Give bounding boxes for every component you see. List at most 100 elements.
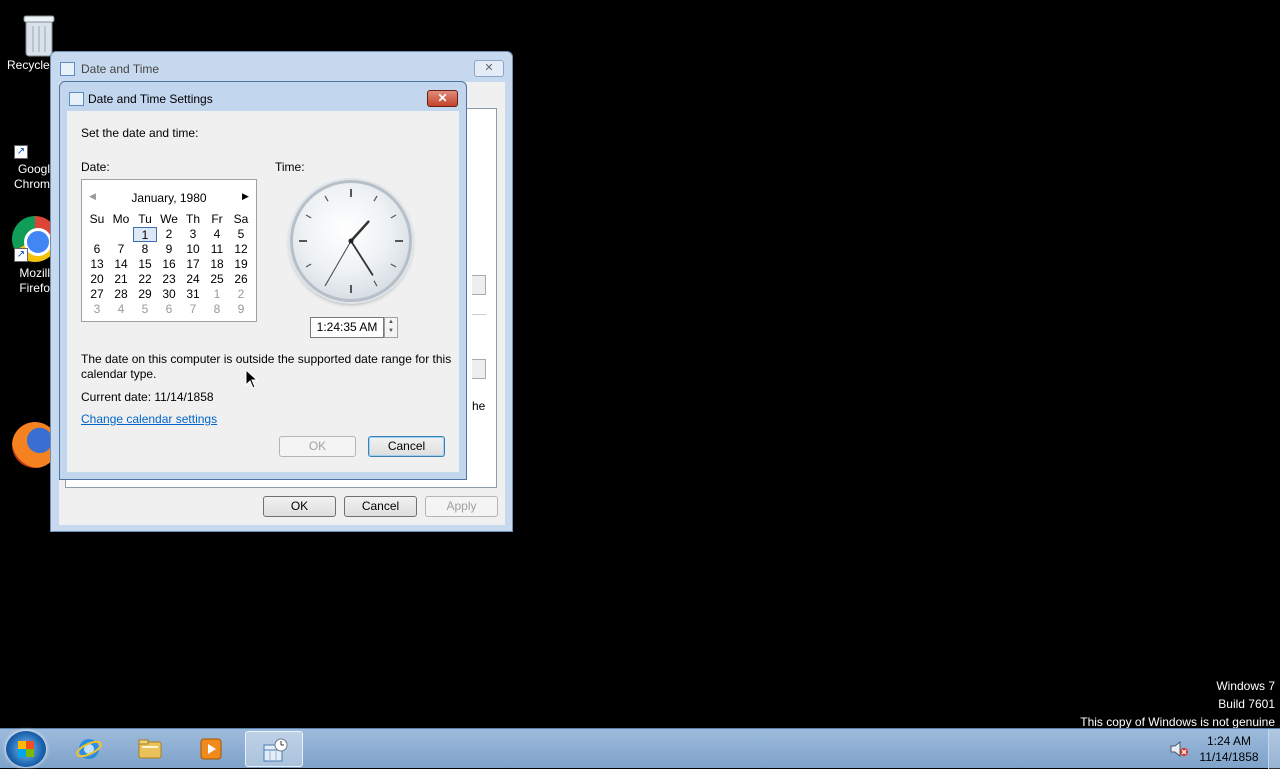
shortcut-arrow-icon: ↗: [14, 248, 28, 262]
taskbar-clock[interactable]: 1:24 AM 11/14/1858: [1196, 733, 1262, 765]
calendar-day[interactable]: 23: [157, 272, 181, 287]
time-input[interactable]: 1:24:35 AM: [310, 317, 384, 338]
calendar-day[interactable]: 6: [157, 302, 181, 317]
file-explorer-icon: [138, 739, 162, 759]
clock-tick: [390, 214, 397, 219]
close-button[interactable]: ✕: [427, 90, 458, 107]
calendar-day[interactable]: 27: [85, 287, 109, 302]
divider: [472, 314, 486, 315]
calendar-day[interactable]: 7: [109, 242, 133, 257]
close-button[interactable]: ✕: [474, 60, 504, 77]
calendar-day[interactable]: 9: [157, 242, 181, 257]
calendar-day[interactable]: 2: [229, 287, 253, 302]
calendar-day[interactable]: 20: [85, 272, 109, 287]
calendar-day[interactable]: 2: [157, 227, 181, 242]
desktop-icon-label: Googl Chrom: [13, 162, 50, 191]
internet-explorer-icon: [76, 739, 102, 759]
calendar-day[interactable]: 3: [181, 227, 205, 242]
taskbar-internet-explorer[interactable]: [60, 731, 118, 767]
taskbar: 1:24 AM 11/14/1858: [0, 728, 1280, 769]
calendar-day[interactable]: 9: [229, 302, 253, 317]
next-month-button[interactable]: ▶: [242, 191, 249, 202]
clock-tick: [305, 214, 312, 219]
clock-tick: [324, 280, 329, 287]
calendar-month-year[interactable]: January, 1980: [82, 191, 256, 205]
calendar-day[interactable]: 12: [229, 242, 253, 257]
calendar-day[interactable]: 6: [85, 242, 109, 257]
calendar[interactable]: ◀ January, 1980 ▶ Su Mo Tu We Th Fr Sa 1 2 3 4 5 6 7 8…: [81, 179, 257, 322]
calendar-day[interactable]: 21: [109, 272, 133, 287]
start-orb-icon[interactable]: [6, 731, 46, 767]
date-time-window-icon: [69, 92, 84, 106]
calendar-day[interactable]: 10: [181, 242, 205, 257]
calendar-day[interactable]: 19: [229, 257, 253, 272]
calendar-day[interactable]: 13: [85, 257, 109, 272]
taskbar-date-time[interactable]: [245, 731, 303, 767]
cancel-button[interactable]: Cancel: [368, 436, 445, 457]
cancel-button[interactable]: Cancel: [344, 496, 417, 517]
ok-button[interactable]: OK: [263, 496, 336, 517]
clock-tick: [373, 280, 378, 287]
calendar-day[interactable]: 24: [181, 272, 205, 287]
calendar-day[interactable]: 14: [109, 257, 133, 272]
date-label: Date:: [81, 160, 110, 174]
calendar-day[interactable]: 3: [85, 302, 109, 317]
clock-tick: [373, 195, 378, 202]
shortcut-arrow-icon: ↗: [14, 145, 28, 159]
time-spinner[interactable]: ▲ ▼: [384, 317, 398, 338]
calendar-day[interactable]: 5: [229, 227, 253, 242]
calendar-day[interactable]: 17: [181, 257, 205, 272]
taskbar-media-player[interactable]: [182, 731, 240, 767]
calendar-day[interactable]: 7: [181, 302, 205, 317]
calendar-day: [109, 227, 133, 242]
time-label: Time:: [275, 160, 305, 174]
calendar-day[interactable]: 8: [205, 302, 229, 317]
weekday-header: Fr: [211, 212, 223, 226]
weekday-header: We: [160, 212, 178, 226]
current-date-text: Current date: 11/14/1858: [81, 390, 214, 404]
apply-button[interactable]: Apply: [425, 496, 498, 517]
change-calendar-settings-link[interactable]: Change calendar settings: [81, 412, 217, 426]
calendar-day[interactable]: 8: [133, 242, 157, 257]
hour-hand: [349, 220, 370, 243]
ok-button[interactable]: OK: [279, 436, 356, 457]
calendar-day[interactable]: 1: [205, 287, 229, 302]
calendar-day[interactable]: 30: [157, 287, 181, 302]
dialog-client: Set the date and time: Date: Time: ◀ Jan…: [67, 111, 459, 472]
speaker-muted-icon[interactable]: [1170, 741, 1188, 757]
minute-hand: [350, 240, 374, 276]
clock-tick: [324, 195, 329, 202]
calendar-day[interactable]: 31: [181, 287, 205, 302]
instruction-text: Set the date and time:: [81, 126, 199, 140]
window-title: Date and Time: [81, 62, 160, 76]
calendar-day[interactable]: 28: [109, 287, 133, 302]
hidden-button-edge: [472, 275, 486, 295]
calendar-day[interactable]: 15: [133, 257, 157, 272]
desktop: Recycle ↗ Googl Chrom ↗ Mozill Firefo Da…: [0, 0, 1280, 729]
clock-tick: [305, 263, 312, 268]
weekday-header: Tu: [138, 212, 152, 226]
calendar-day[interactable]: 5: [133, 302, 157, 317]
recycle-bin-icon: [23, 15, 55, 57]
weekday-header: Su: [89, 212, 105, 226]
calendar-day[interactable]: 1: [133, 227, 157, 242]
calendar-day[interactable]: 22: [133, 272, 157, 287]
clock-time: 1:24 AM: [1206, 734, 1252, 748]
calendar-day[interactable]: 4: [109, 302, 133, 317]
calendar-day[interactable]: 16: [157, 257, 181, 272]
clock-tick: [390, 263, 397, 268]
taskbar-file-explorer[interactable]: [121, 731, 179, 767]
calendar-day[interactable]: 4: [205, 227, 229, 242]
calendar-day[interactable]: 25: [205, 272, 229, 287]
clock-date: 11/14/1858: [1199, 750, 1259, 764]
show-desktop-button[interactable]: [1268, 729, 1280, 769]
media-player-icon: [200, 738, 222, 760]
calendar-day[interactable]: 26: [229, 272, 253, 287]
calendar-day[interactable]: 18: [205, 257, 229, 272]
hidden-text-fragment: he: [472, 399, 486, 413]
mouse-cursor-icon: [245, 369, 259, 389]
date-time-settings-dialog: Date and Time Settings ✕ Set the date an…: [59, 81, 467, 480]
calendar-day[interactable]: 11: [205, 242, 229, 257]
hidden-button-edge: [472, 359, 486, 379]
calendar-day[interactable]: 29: [133, 287, 157, 302]
